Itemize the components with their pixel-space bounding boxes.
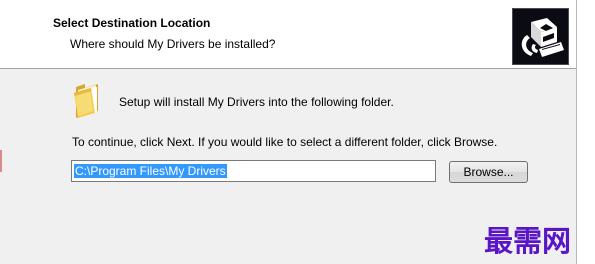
- setup-logo-icon: [512, 8, 569, 65]
- destination-path-input[interactable]: C:\Program Files\My Drivers: [71, 160, 436, 182]
- continue-instruction: To continue, click Next. If you would li…: [72, 135, 498, 149]
- page-title: Select Destination Location: [53, 16, 211, 30]
- wizard-header: Select Destination Location Where should…: [0, 0, 576, 69]
- install-message: Setup will install My Drivers into the f…: [119, 95, 394, 109]
- browse-button[interactable]: Browse...: [449, 161, 528, 183]
- watermark: 最需网: [484, 224, 572, 258]
- destination-path-value: C:\Program Files\My Drivers: [74, 164, 227, 178]
- page-subtitle: Where should My Drivers be installed?: [70, 37, 276, 51]
- window-edge: [576, 0, 595, 264]
- folder-icon: [72, 83, 102, 119]
- window-edge-mark: [0, 150, 2, 172]
